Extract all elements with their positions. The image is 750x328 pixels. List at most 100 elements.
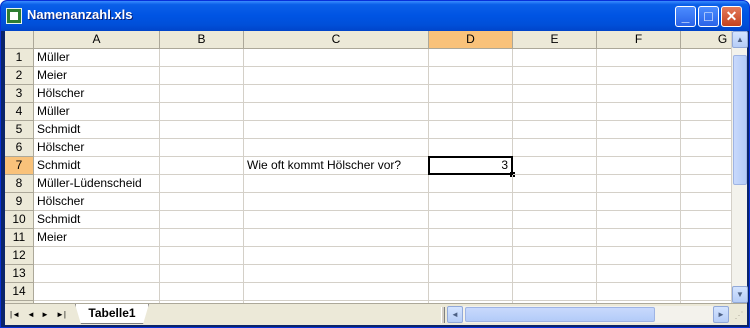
cell-c12[interactable] <box>244 247 429 265</box>
scroll-left-button[interactable]: ◄ <box>447 306 463 323</box>
cell-c7[interactable]: Wie oft kommt Hölscher vor? <box>244 157 429 175</box>
cell-g4[interactable] <box>681 103 731 121</box>
cell-f11[interactable] <box>597 229 681 247</box>
column-header-f[interactable]: F <box>597 31 681 49</box>
cell-c6[interactable] <box>244 139 429 157</box>
row-header-9[interactable]: 9 <box>5 193 34 211</box>
cell-g9[interactable] <box>681 193 731 211</box>
cell-e11[interactable] <box>513 229 597 247</box>
prev-sheet-button[interactable]: ◄ <box>25 308 37 322</box>
cell-g7[interactable] <box>681 157 731 175</box>
cell-a11[interactable]: Meier <box>34 229 160 247</box>
row-header-11[interactable]: 11 <box>5 229 34 247</box>
next-sheet-button[interactable]: ► <box>39 308 51 322</box>
cell-g3[interactable] <box>681 85 731 103</box>
row-header-4[interactable]: 4 <box>5 103 34 121</box>
row-header-7[interactable]: 7 <box>5 157 34 175</box>
row-header-10[interactable]: 10 <box>5 211 34 229</box>
horizontal-scroll-thumb[interactable] <box>465 307 655 322</box>
cell-a5[interactable]: Schmidt <box>34 121 160 139</box>
cell-c14[interactable] <box>244 283 429 301</box>
cell-g10[interactable] <box>681 211 731 229</box>
cell-d1[interactable] <box>429 49 513 67</box>
cell-a13[interactable] <box>34 265 160 283</box>
cell-c11[interactable] <box>244 229 429 247</box>
column-header-g[interactable]: G <box>681 31 731 49</box>
row-header-2[interactable]: 2 <box>5 67 34 85</box>
cell-f12[interactable] <box>597 247 681 265</box>
cell-f4[interactable] <box>597 103 681 121</box>
cell-b12[interactable] <box>160 247 244 265</box>
cell-d12[interactable] <box>429 247 513 265</box>
cell-f10[interactable] <box>597 211 681 229</box>
cell-f7[interactable] <box>597 157 681 175</box>
cell-g6[interactable] <box>681 139 731 157</box>
cell-d8[interactable] <box>429 175 513 193</box>
cell-c3[interactable] <box>244 85 429 103</box>
cell-f2[interactable] <box>597 67 681 85</box>
cell-a3[interactable]: Hölscher <box>34 85 160 103</box>
cell-g13[interactable] <box>681 265 731 283</box>
scroll-down-button[interactable]: ▼ <box>732 286 748 303</box>
cell-c8[interactable] <box>244 175 429 193</box>
cell-f6[interactable] <box>597 139 681 157</box>
cell-f13[interactable] <box>597 265 681 283</box>
row-header-6[interactable]: 6 <box>5 139 34 157</box>
column-header-d[interactable]: D <box>429 31 513 49</box>
cell-e4[interactable] <box>513 103 597 121</box>
cell-g5[interactable] <box>681 121 731 139</box>
cell-c4[interactable] <box>244 103 429 121</box>
cell-b6[interactable] <box>160 139 244 157</box>
cell-d9[interactable] <box>429 193 513 211</box>
cell-e12[interactable] <box>513 247 597 265</box>
cell-a6[interactable]: Hölscher <box>34 139 160 157</box>
cell-g11[interactable] <box>681 229 731 247</box>
cell-a4[interactable]: Müller <box>34 103 160 121</box>
cell-f1[interactable] <box>597 49 681 67</box>
cell-e5[interactable] <box>513 121 597 139</box>
cell-d7[interactable]: 3 <box>428 156 513 175</box>
cell-d10[interactable] <box>429 211 513 229</box>
cell-a8[interactable]: Müller-Lüdenscheid <box>34 175 160 193</box>
cell-b9[interactable] <box>160 193 244 211</box>
cell-e6[interactable] <box>513 139 597 157</box>
cell-b11[interactable] <box>160 229 244 247</box>
cell-f5[interactable] <box>597 121 681 139</box>
cell-g1[interactable] <box>681 49 731 67</box>
cell-d2[interactable] <box>429 67 513 85</box>
tab-split-handle[interactable] <box>441 307 445 323</box>
column-header-b[interactable]: B <box>160 31 244 49</box>
select-all-corner[interactable] <box>5 31 34 49</box>
vertical-scrollbar[interactable]: ▲ ▼ <box>731 31 748 303</box>
cell-e9[interactable] <box>513 193 597 211</box>
cell-b5[interactable] <box>160 121 244 139</box>
excel-app-icon[interactable] <box>6 8 22 24</box>
cell-g2[interactable] <box>681 67 731 85</box>
cell-f9[interactable] <box>597 193 681 211</box>
cell-e8[interactable] <box>513 175 597 193</box>
cell-e2[interactable] <box>513 67 597 85</box>
title-bar[interactable]: Namenanzahl.xls _ □ ✕ <box>1 1 749 31</box>
cell-d14[interactable] <box>429 283 513 301</box>
cell-a10[interactable]: Schmidt <box>34 211 160 229</box>
cell-d3[interactable] <box>429 85 513 103</box>
cell-e7[interactable] <box>513 157 597 175</box>
cell-a2[interactable]: Meier <box>34 67 160 85</box>
cell-b1[interactable] <box>160 49 244 67</box>
scroll-up-button[interactable]: ▲ <box>732 31 748 48</box>
cell-e3[interactable] <box>513 85 597 103</box>
cell-b8[interactable] <box>160 175 244 193</box>
cell-b13[interactable] <box>160 265 244 283</box>
cell-b10[interactable] <box>160 211 244 229</box>
cell-g14[interactable] <box>681 283 731 301</box>
horizontal-scrollbar[interactable]: ◄ ► <box>447 306 729 323</box>
cell-f3[interactable] <box>597 85 681 103</box>
sheet-tab-tabelle1[interactable]: Tabelle1 <box>75 304 149 324</box>
cell-d6[interactable] <box>429 139 513 157</box>
cell-f14[interactable] <box>597 283 681 301</box>
cell-e14[interactable] <box>513 283 597 301</box>
scroll-right-button[interactable]: ► <box>713 306 729 323</box>
cell-d11[interactable] <box>429 229 513 247</box>
maximize-button[interactable]: □ <box>698 6 719 27</box>
cell-c1[interactable] <box>244 49 429 67</box>
